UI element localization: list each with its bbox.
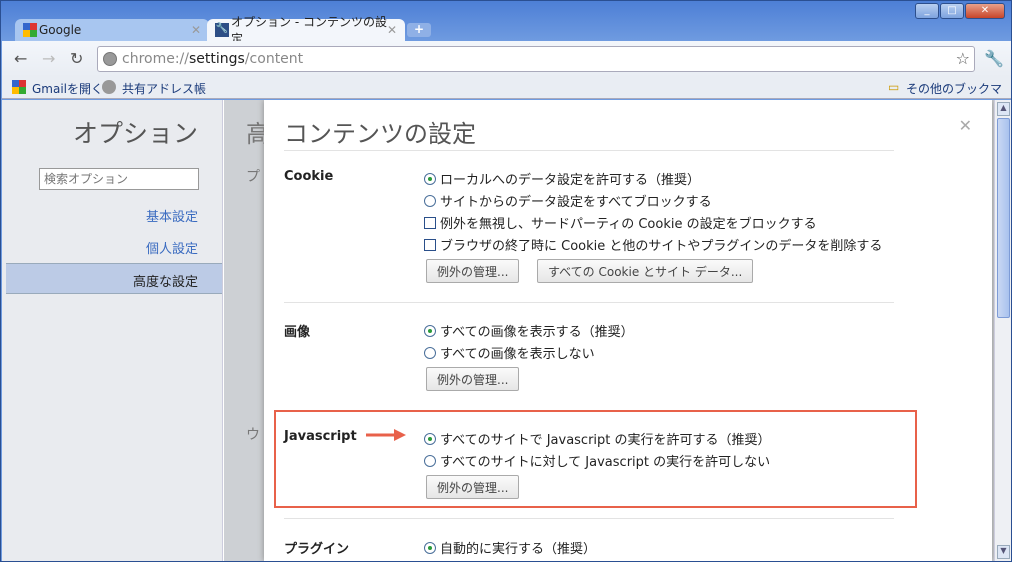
- bg-text: ウ: [246, 427, 260, 443]
- tab-google[interactable]: Google ✕: [15, 19, 209, 41]
- radio-checked[interactable]: [424, 172, 436, 185]
- radio-checked[interactable]: [424, 324, 436, 337]
- option-label: すべての画像を表示する（推奨）: [440, 325, 634, 340]
- close-window-button[interactable]: ✕: [965, 3, 1005, 19]
- address-bar[interactable]: chrome://settings/content ☆: [97, 46, 975, 72]
- section-plugins: プラグイン: [284, 542, 350, 557]
- block-third-party-checkbox[interactable]: 例外を無視し、サードパーティの Cookie の設定をブロックする: [424, 213, 817, 232]
- google-icon: [12, 80, 26, 94]
- back-icon[interactable]: ←: [14, 49, 27, 68]
- google-icon: [23, 23, 37, 37]
- js-exceptions-button[interactable]: 例外の管理...: [426, 475, 520, 499]
- folder-icon: ▭: [888, 80, 900, 94]
- wrench-icon: 🔧: [215, 23, 229, 37]
- close-dialog-icon[interactable]: ✕: [959, 116, 972, 135]
- tab-options[interactable]: 🔧 オプション - コンテンツの設定 ✕: [207, 15, 405, 46]
- scroll-up-icon[interactable]: ▲: [997, 102, 1010, 116]
- section-javascript: Javascript: [284, 429, 357, 444]
- scroll-down-icon[interactable]: ▼: [997, 545, 1010, 559]
- option-label: すべての画像を表示しない: [440, 347, 595, 362]
- close-tab-icon[interactable]: ✕: [191, 23, 201, 37]
- forward-icon[interactable]: →: [42, 49, 55, 68]
- arrow-icon: [366, 429, 406, 441]
- section-cookie: Cookie: [284, 169, 334, 184]
- minimize-button[interactable]: _: [915, 3, 939, 19]
- option-label: サイトからのデータ設定をすべてブロックする: [440, 195, 712, 210]
- cookie-allow-option[interactable]: ローカルへのデータ設定を許可する（推奨）: [424, 169, 700, 188]
- cookie-block-option[interactable]: サイトからのデータ設定をすべてブロックする: [424, 191, 712, 210]
- sidebar: オプション 基本設定 個人設定 高度な設定: [2, 100, 223, 561]
- option-label: すべてのサイトで Javascript の実行を許可する（推奨）: [440, 433, 771, 448]
- option-label: 自動的に実行する（推奨）: [440, 542, 597, 557]
- page-content: オプション 基本設定 個人設定 高度な設定 高 プ ウ コンテンツの設定 ✕ C…: [2, 100, 1011, 561]
- reload-icon[interactable]: ↻: [70, 49, 83, 68]
- dialog-title: コンテンツの設定: [284, 120, 476, 148]
- url-scheme: chrome://: [122, 51, 189, 67]
- url-host: settings: [189, 51, 245, 67]
- images-exceptions-button[interactable]: 例外の管理...: [426, 367, 520, 391]
- bookmark-address-book[interactable]: 共有アドレス帳: [122, 80, 206, 97]
- url-path: /content: [244, 51, 304, 67]
- images-show-option[interactable]: すべての画像を表示する（推奨）: [424, 321, 634, 340]
- window-controls: _ □ ✕: [915, 3, 1005, 19]
- content-settings-dialog: コンテンツの設定 ✕ Cookie ローカルへのデータ設定を許可する（推奨） サ…: [264, 100, 992, 561]
- sidebar-item-basic[interactable]: 基本設定: [146, 206, 198, 225]
- divider: [284, 302, 894, 303]
- search-options-input[interactable]: [39, 168, 199, 190]
- sidebar-item-advanced[interactable]: 高度な設定: [6, 263, 222, 294]
- radio-checked[interactable]: [424, 432, 436, 445]
- bookmarks-bar: Gmailを開く 共有アドレス帳 ▭ その他のブックマーク: [2, 77, 1011, 113]
- globe-icon: [103, 52, 117, 66]
- js-block-option[interactable]: すべてのサイトに対して Javascript の実行を許可しない: [424, 451, 770, 470]
- toolbar: ← → ↻ chrome://settings/content ☆ 🔧: [2, 41, 1011, 77]
- all-cookies-button[interactable]: すべての Cookie とサイト データ...: [537, 259, 754, 283]
- sidebar-title: オプション: [72, 119, 198, 148]
- cookie-exceptions-button[interactable]: 例外の管理...: [426, 259, 520, 283]
- globe-icon: [102, 80, 116, 94]
- radio-checked[interactable]: [424, 541, 436, 554]
- radio[interactable]: [424, 346, 436, 359]
- maximize-button[interactable]: □: [940, 3, 964, 19]
- option-label: すべてのサイトに対して Javascript の実行を許可しない: [440, 455, 771, 470]
- star-icon[interactable]: ☆: [956, 49, 970, 68]
- scrollbar-thumb[interactable]: [997, 118, 1010, 318]
- clear-on-exit-checkbox[interactable]: ブラウザの終了時に Cookie と他のサイトやプラグインのデータを削除する: [424, 235, 882, 254]
- section-images: 画像: [284, 325, 311, 340]
- plugins-auto-option[interactable]: 自動的に実行する（推奨）: [424, 538, 596, 557]
- radio[interactable]: [424, 454, 436, 467]
- option-label: ローカルへのデータ設定を許可する（推奨）: [440, 173, 701, 188]
- option-label: 例外を無視し、サードパーティの Cookie の設定をブロックする: [440, 217, 817, 232]
- option-label: ブラウザの終了時に Cookie と他のサイトやプラグインのデータを削除する: [440, 239, 883, 254]
- js-allow-option[interactable]: すべてのサイトで Javascript の実行を許可する（推奨）: [424, 429, 771, 448]
- new-tab-button[interactable]: +: [407, 23, 431, 37]
- divider: [284, 150, 894, 151]
- browser-window: _ □ ✕ Google ✕ 🔧 オプション - コンテンツの設定 ✕ + ← → …: [0, 0, 1012, 562]
- radio[interactable]: [424, 194, 436, 207]
- close-tab-icon[interactable]: ✕: [387, 23, 397, 37]
- checkbox[interactable]: [424, 216, 436, 229]
- wrench-menu-icon[interactable]: 🔧: [984, 49, 1004, 68]
- checkbox[interactable]: [424, 238, 436, 251]
- sidebar-item-personal[interactable]: 個人設定: [146, 238, 198, 257]
- images-hide-option[interactable]: すべての画像を表示しない: [424, 343, 595, 362]
- bookmark-gmail[interactable]: Gmailを開く: [32, 80, 103, 97]
- tab-label: Google: [39, 23, 82, 37]
- scrollbar[interactable]: ▲ ▼: [994, 100, 1011, 561]
- bg-text: プ: [246, 169, 260, 185]
- divider: [284, 518, 894, 519]
